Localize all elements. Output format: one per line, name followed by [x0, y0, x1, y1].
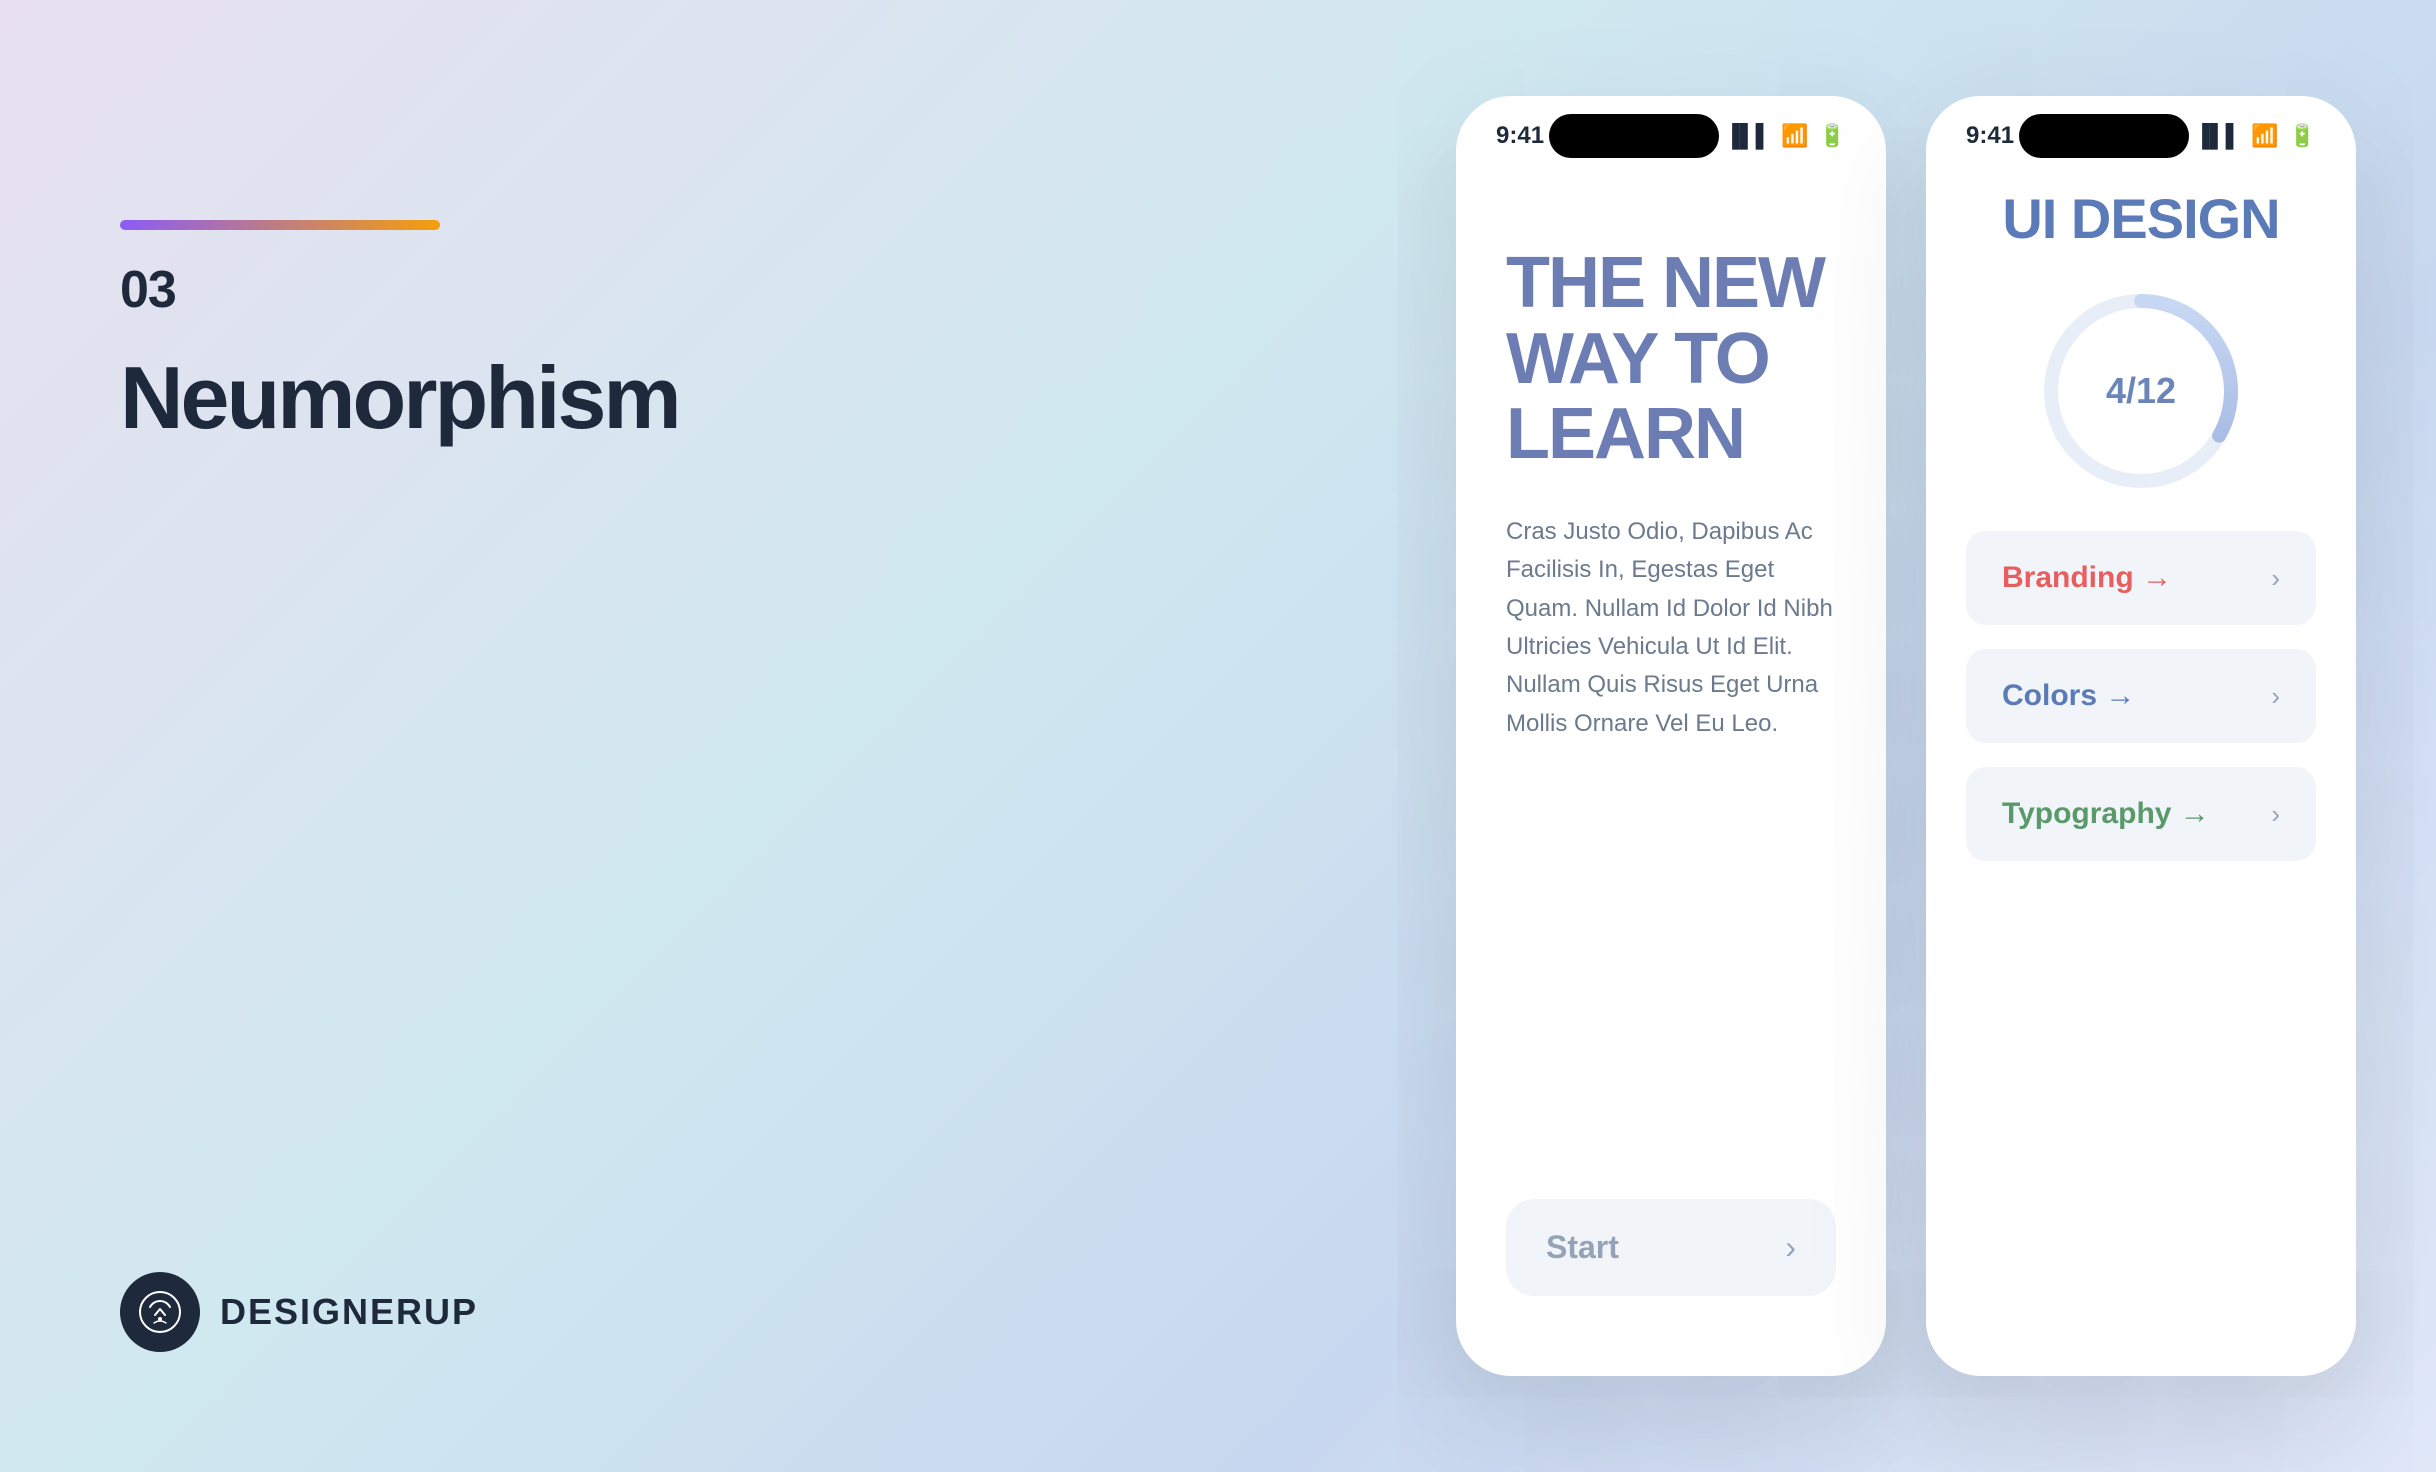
phone2-status-icons: ▐▌▌ 📶 🔋	[2194, 123, 2316, 149]
typography-label: Typography →	[2002, 797, 2210, 831]
phone1-status-bar: 9:41 ▐▌▌ 📶 🔋	[1456, 96, 1886, 166]
phone1-time: 9:41	[1496, 122, 1544, 150]
phone1-status-icons: ▐▌▌ 📶 🔋	[1724, 123, 1846, 149]
phone2-status-bar: 9:41 ▐▌▌ 📶 🔋	[1926, 96, 2356, 166]
main-title: Neumorphism	[120, 350, 1396, 447]
step-number: 03	[120, 260, 1396, 320]
phones-section: 9:41 ▐▌▌ 📶 🔋 THE NEW WAY TO LEARN Cras J…	[1456, 96, 2356, 1376]
battery-icon: 🔋	[1819, 123, 1846, 149]
start-button[interactable]: Start ›	[1506, 1199, 1836, 1296]
menu-item-typography[interactable]: Typography → ›	[1966, 767, 2316, 861]
branding-arrow: ›	[2271, 563, 2280, 594]
phone1-dynamic-island	[1549, 114, 1719, 158]
page-layout: 03 Neumorphism DESIGNERUP 9:41	[80, 60, 2356, 1412]
circle-progress-container: 4/12	[1966, 281, 2316, 501]
left-panel: 03 Neumorphism DESIGNERUP	[80, 60, 1456, 1412]
phone1-headline: THE NEW WAY TO LEARN	[1506, 246, 1836, 473]
colors-arrow: ›	[2271, 681, 2280, 712]
logo-section: DESIGNERUP	[120, 1272, 1396, 1352]
progress-bar-container	[120, 220, 1396, 230]
logo-icon	[120, 1272, 200, 1352]
phone1-body: Cras Justo Odio, Dapibus Ac Facilisis In…	[1506, 513, 1836, 743]
colors-label: Colors →	[2002, 679, 2135, 713]
ui-design-title: UI DESIGN	[1966, 186, 2316, 251]
typography-arrow: ›	[2271, 799, 2280, 830]
start-button-label: Start	[1546, 1229, 1619, 1266]
phone2-content: UI DESIGN	[1926, 166, 2356, 1376]
logo-svg	[135, 1287, 185, 1337]
progress-bar	[120, 220, 440, 230]
circle-label: 4/12	[2106, 370, 2176, 412]
signal-icon: ▐▌▌	[1724, 123, 1771, 149]
logo-text: DESIGNERUP	[220, 1291, 478, 1333]
wifi-icon: 📶	[1781, 123, 1808, 149]
circle-progress: 4/12	[2031, 281, 2251, 501]
phone-2: 9:41 ▐▌▌ 📶 🔋 UI DESIGN	[1926, 96, 2356, 1376]
menu-item-colors[interactable]: Colors → ›	[1966, 649, 2316, 743]
start-button-arrow: ›	[1785, 1229, 1796, 1266]
phone2-time: 9:41	[1966, 122, 2014, 150]
wifi-icon2: 📶	[2251, 123, 2278, 149]
menu-item-branding[interactable]: Branding → ›	[1966, 531, 2316, 625]
branding-label: Branding →	[2002, 561, 2172, 595]
phone1-content: THE NEW WAY TO LEARN Cras Justo Odio, Da…	[1456, 166, 1886, 1376]
battery-icon2: 🔋	[2289, 123, 2316, 149]
phone2-dynamic-island	[2019, 114, 2189, 158]
phone-1: 9:41 ▐▌▌ 📶 🔋 THE NEW WAY TO LEARN Cras J…	[1456, 96, 1886, 1376]
signal-icon2: ▐▌▌	[2194, 123, 2241, 149]
